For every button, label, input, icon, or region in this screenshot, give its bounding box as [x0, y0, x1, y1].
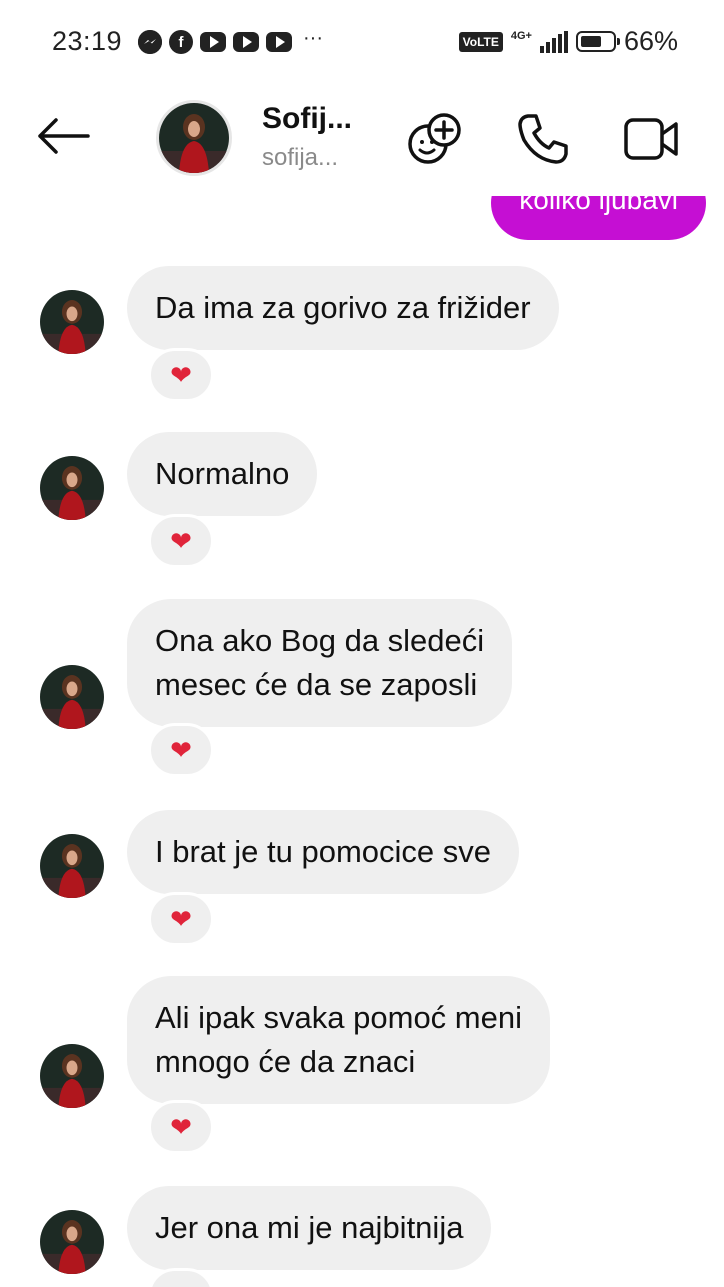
message-text: Normalno	[155, 456, 290, 491]
status-indicators: VoLTE 4G+ 66%	[458, 26, 678, 57]
reaction-badge[interactable]: ❤	[148, 723, 214, 777]
message-text-line2: mnogo će da znaci	[155, 1044, 416, 1079]
arrow-left-icon	[38, 118, 90, 154]
message-text: I brat je tu pomocice sve	[155, 834, 491, 869]
sent-message[interactable]: koliko ljubavi	[491, 196, 706, 240]
network-type: 4G+	[510, 29, 532, 42]
message-text: Jer ona mi je najbitnija	[155, 1210, 464, 1245]
message-text-line2: mesec će da se zaposli	[155, 667, 478, 702]
avatar[interactable]	[40, 1210, 104, 1274]
reaction-badge[interactable]: ❤	[148, 1100, 214, 1154]
avatar[interactable]	[40, 456, 104, 520]
add-effect-icon	[408, 113, 461, 164]
call-button[interactable]	[514, 110, 572, 168]
signal-icon	[539, 30, 568, 53]
reaction-badge[interactable]: ❤	[148, 892, 214, 946]
message-bubble[interactable]: Da ima za gorivo za frižider	[127, 266, 559, 350]
heart-icon: ❤	[170, 359, 192, 390]
notification-icons: f ···	[138, 26, 323, 54]
battery-percent: 66%	[623, 26, 678, 56]
heart-icon: ❤	[170, 1111, 192, 1142]
reaction-badge[interactable]: ❤	[148, 514, 214, 568]
more-notifications: ···	[303, 26, 323, 49]
reaction-badge[interactable]: ❤	[148, 348, 214, 402]
heart-icon: ❤	[170, 903, 192, 934]
message-text: Da ima za gorivo za frižider	[155, 290, 531, 325]
video-call-button[interactable]	[622, 110, 680, 168]
avatar[interactable]	[40, 1044, 104, 1108]
facebook-icon: f	[169, 30, 193, 54]
message-bubble[interactable]: Ona ako Bog da sledeći mesec će da se za…	[127, 599, 513, 727]
messenger-icon	[138, 30, 162, 54]
youtube-icon	[266, 32, 292, 52]
youtube-icon	[200, 32, 226, 52]
avatar[interactable]	[40, 834, 104, 898]
heart-icon: ❤	[170, 525, 192, 556]
volte-badge: VoLTE	[458, 31, 503, 52]
message-bubble[interactable]: Normalno	[127, 432, 318, 516]
avatar[interactable]	[40, 290, 104, 354]
back-button[interactable]	[36, 116, 90, 156]
contact-username[interactable]: sofija...	[262, 144, 338, 172]
chat-header: Sofij... sofija...	[0, 84, 724, 196]
phone-icon	[518, 114, 568, 164]
heart-icon: ❤	[170, 1280, 192, 1287]
reaction-badge[interactable]: ❤	[148, 1268, 214, 1287]
contact-avatar[interactable]	[156, 100, 232, 176]
message-text-line1: Ali ipak svaka pomoć meni	[155, 1000, 522, 1035]
youtube-icon	[233, 32, 259, 52]
message-list[interactable]: koliko ljubavi Da ima za gorivo za friži…	[0, 196, 724, 1287]
status-bar: 23:19 f ··· VoLTE 4G+ 66%	[0, 0, 724, 84]
add-effect-button[interactable]	[406, 110, 464, 168]
message-text-line1: Ona ako Bog da sledeći	[155, 623, 485, 658]
video-icon	[624, 118, 678, 160]
contact-name[interactable]: Sofij...	[262, 102, 352, 136]
battery-icon	[575, 31, 620, 52]
message-bubble[interactable]: Ali ipak svaka pomoć meni mnogo će da zn…	[127, 976, 550, 1104]
avatar[interactable]	[40, 665, 104, 729]
heart-icon: ❤	[170, 734, 192, 765]
message-bubble[interactable]: I brat je tu pomocice sve	[127, 810, 519, 894]
message-bubble[interactable]: Jer ona mi je najbitnija	[127, 1186, 492, 1270]
status-time: 23:19	[52, 26, 123, 56]
